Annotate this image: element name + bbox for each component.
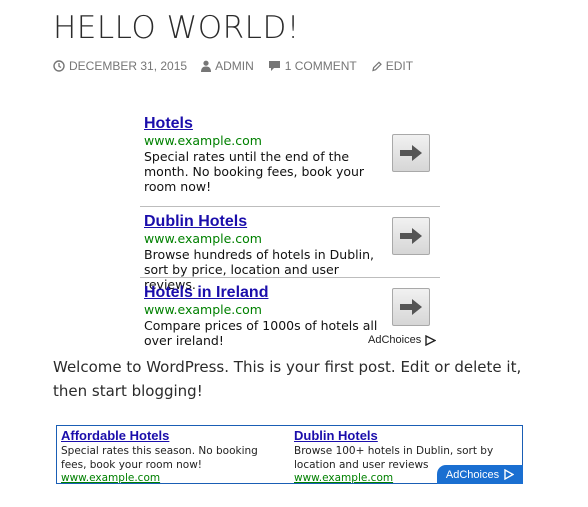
adchoices-label: AdChoices [368,334,422,346]
ad-description: Special rates this season. No booking fe… [61,445,258,471]
ad-title-link[interactable]: Hotels [144,114,193,134]
ad-unit-bottom: Affordable Hotels Special rates this sea… [56,425,523,484]
ad-arrow-button[interactable] [392,134,430,172]
ad-title-link[interactable]: Dublin Hotels [144,212,247,232]
ad-title-link[interactable]: Affordable Hotels [61,428,286,444]
ad-description: Special rates until the end of the month… [144,149,365,194]
arrow-right-icon [400,299,422,315]
ad-divider [140,206,440,207]
adchoices-label: AdChoices [445,468,500,481]
ad-url[interactable]: www.example.com [144,231,262,246]
post-edit-link[interactable]: EDIT [371,59,413,73]
post-author-link[interactable]: ADMIN [201,59,254,73]
ad-url[interactable]: www.example.com [61,472,286,485]
ad-url[interactable]: www.example.com [144,133,262,148]
user-icon [201,60,212,72]
post-author: ADMIN [215,59,254,73]
post-date-link[interactable]: DECEMBER 31, 2015 [53,59,187,73]
comment-icon [268,61,280,71]
post-edit: EDIT [385,59,414,73]
pencil-icon [371,61,382,72]
post-comments: 1 COMMENT [284,59,357,73]
arrow-right-icon [400,228,422,244]
adchoices-link[interactable]: AdChoices [368,334,437,346]
ad-description: Compare prices of 1000s of hotels all ov… [144,318,378,348]
ad-title-link[interactable]: Dublin Hotels [294,428,519,444]
post-comments-link[interactable]: 1 COMMENT [268,59,357,73]
ad-item[interactable]: Affordable Hotels Special rates this sea… [61,428,286,485]
arrow-right-icon [400,145,422,161]
post-title[interactable]: HELLO WORLD! [53,10,300,46]
post-meta: DECEMBER 31, 2015 ADMIN 1 COMMENT EDIT [53,58,427,74]
ad-title-link[interactable]: Hotels in Ireland [144,283,268,303]
post-content: Welcome to WordPress. This is your first… [53,358,522,400]
adchoices-link[interactable]: AdChoices [437,465,523,484]
adchoices-icon [504,469,515,480]
ad-unit-top: Hotels www.example.com Special rates unt… [140,114,441,350]
ad-arrow-button[interactable] [392,217,430,255]
adchoices-icon [425,334,437,346]
ad-item[interactable]: Hotels www.example.com Special rates unt… [140,114,441,206]
post-date: DECEMBER 31, 2015 [69,59,188,73]
ad-arrow-button[interactable] [392,288,430,326]
ad-item[interactable]: Dublin Hotels www.example.com Browse hun… [140,212,441,292]
clock-icon [53,60,65,72]
ad-url[interactable]: www.example.com [144,302,262,317]
ad-divider [140,277,440,278]
